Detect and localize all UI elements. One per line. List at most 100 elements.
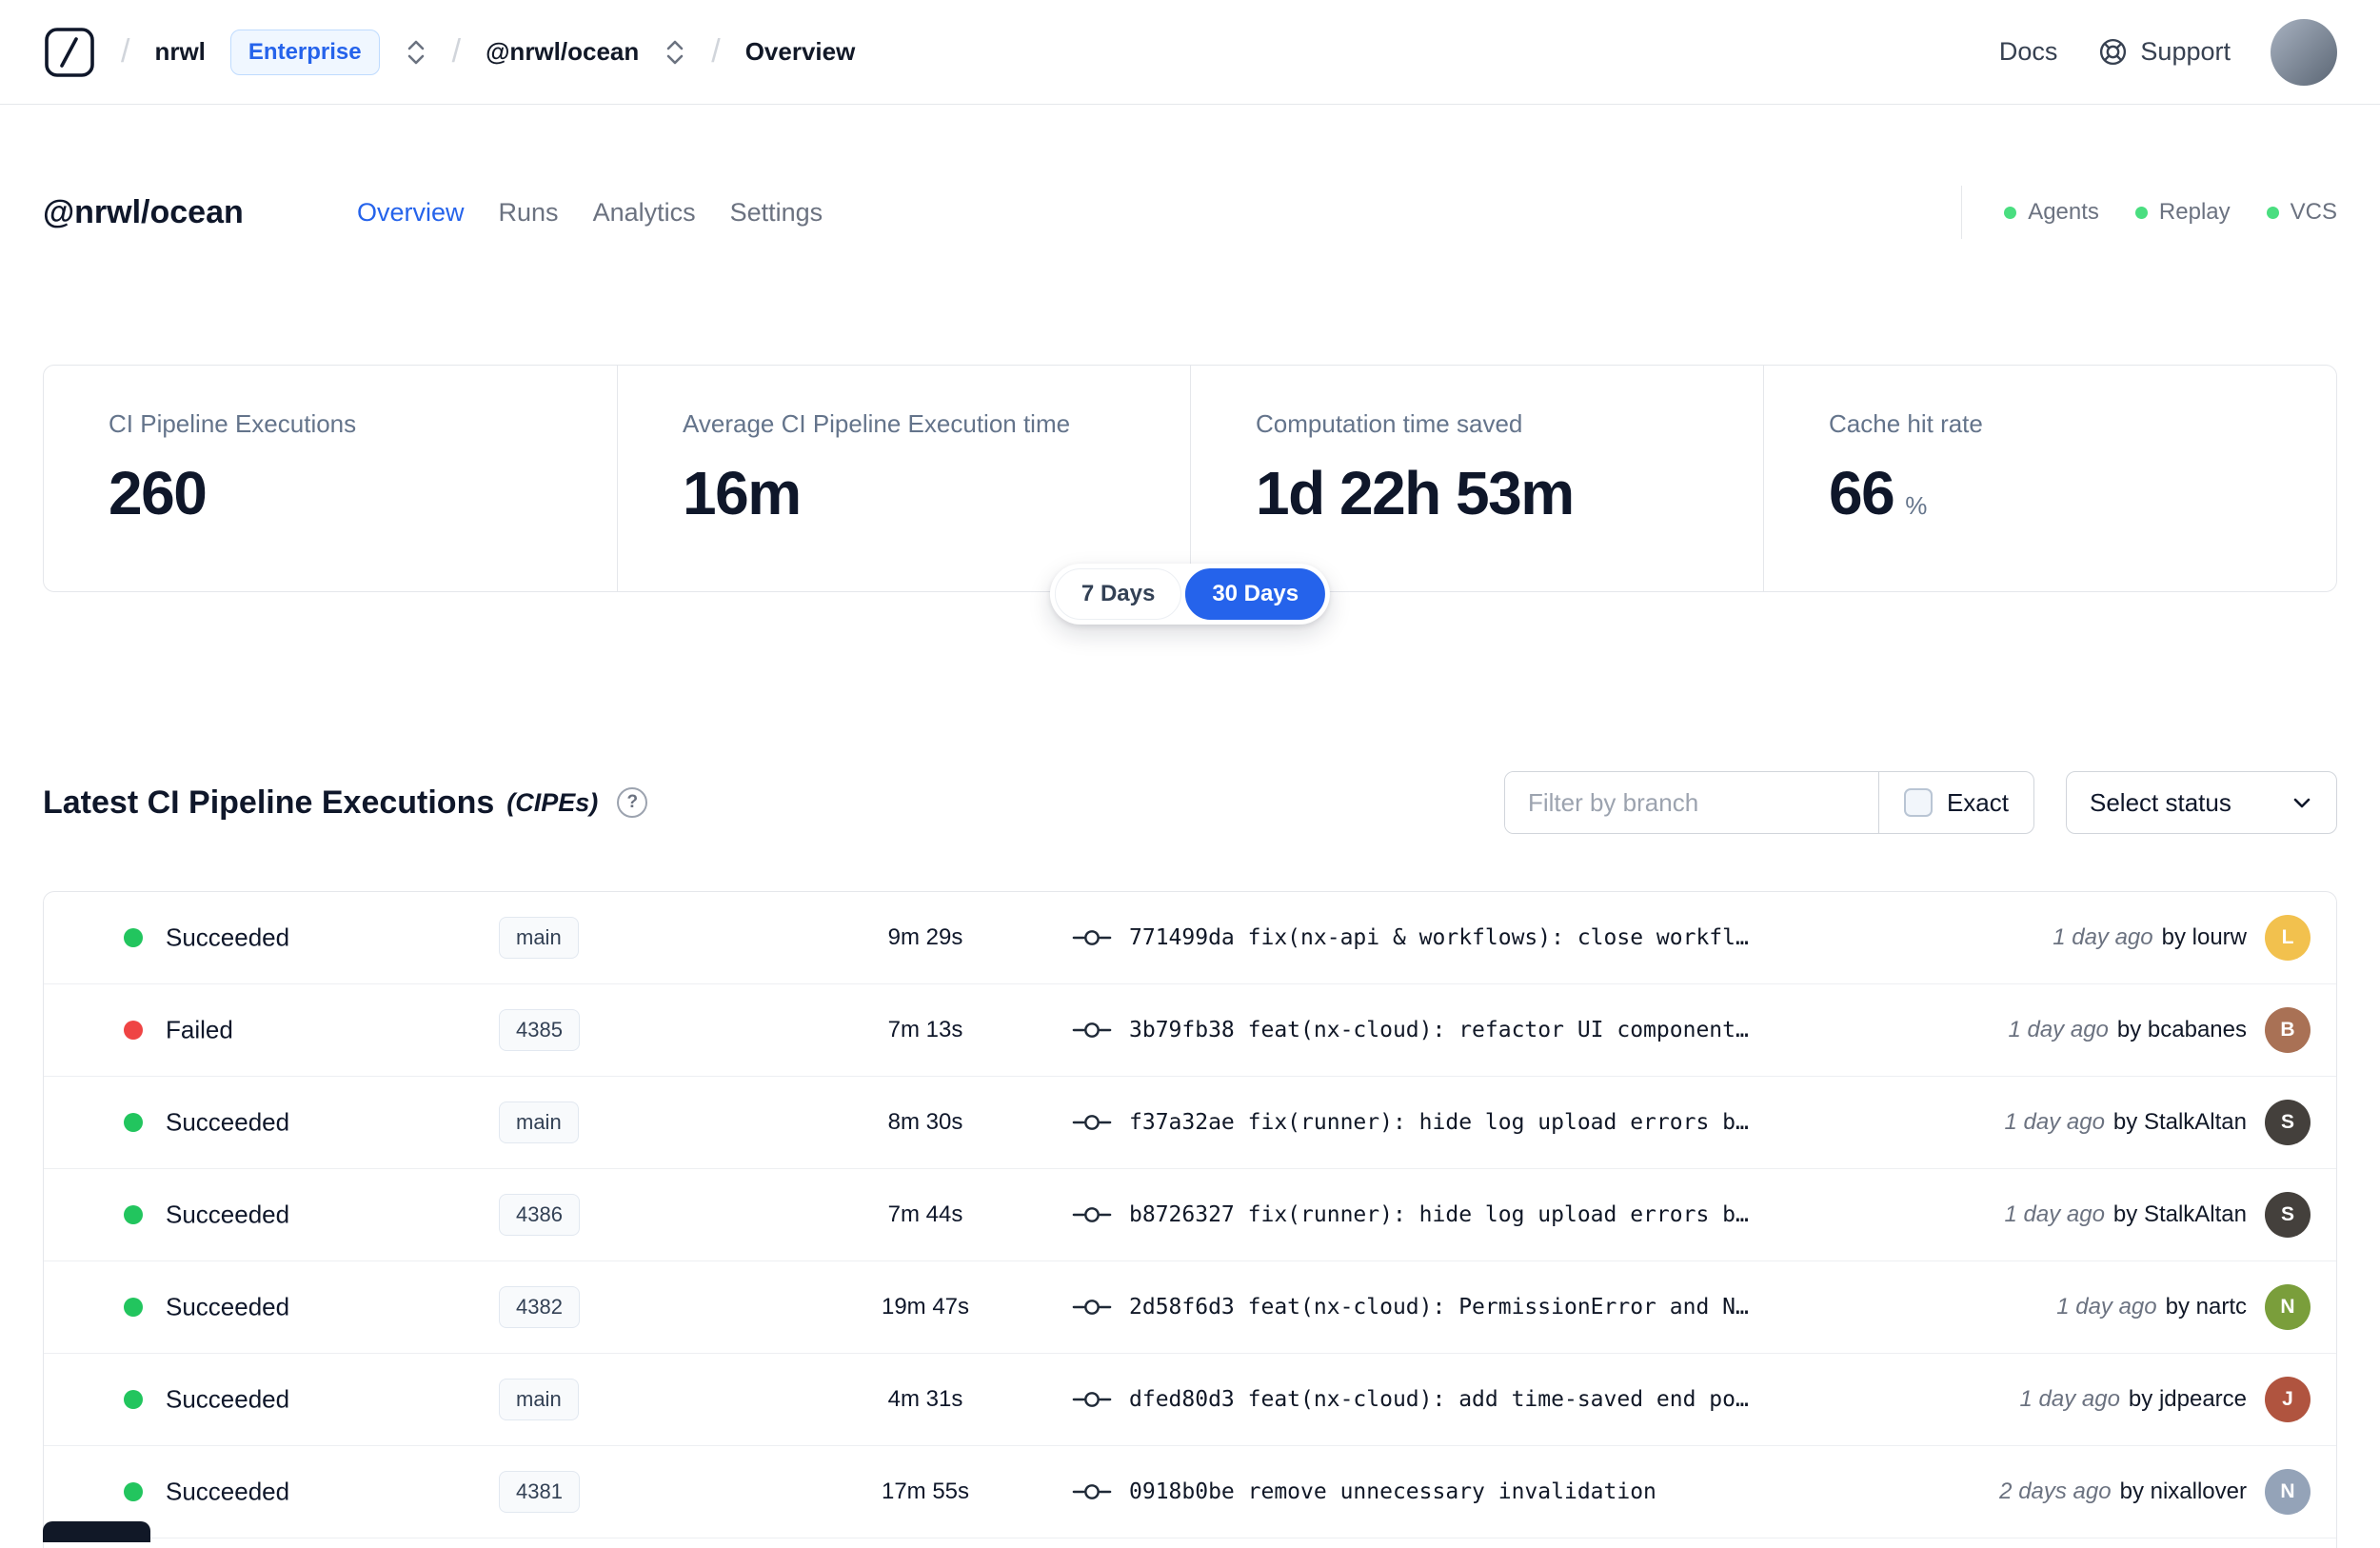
run-duration: 7m 44s [887,1201,963,1227]
commit-message: fix(runner): hide log upload errors b… [1247,1202,1749,1227]
run-status-label: Succeeded [166,1200,290,1229]
branch-badge[interactable]: main [499,1101,579,1143]
table-row[interactable]: Succeeded main 8m 30s f37a32ae fix(runne… [44,1077,2336,1169]
commit-link[interactable]: 771499da fix(nx-api & workflows): close … [1129,925,1749,950]
git-commit-icon [1072,925,1112,950]
avatar[interactable]: L [2265,915,2311,961]
stat-value: 66 [1829,459,1895,527]
commit-hash: dfed80d3 [1129,1387,1235,1412]
stat-card-cache-hit: Cache hit rate 66% [1763,366,2336,591]
tab-overview[interactable]: Overview [357,198,465,228]
range-30-days-button[interactable]: 30 Days [1185,568,1326,620]
run-duration: 17m 55s [881,1479,970,1504]
branch-badge[interactable]: 4385 [499,1009,580,1051]
run-author: by nixallover [2119,1479,2247,1504]
branch-badge[interactable]: main [499,917,579,959]
stat-label: Average CI Pipeline Execution time [683,409,1071,438]
indicator-label: Agents [2028,199,2099,225]
avatar[interactable]: S [2265,1192,2311,1238]
run-timestamp: 1 day ago [2053,924,2153,950]
run-status-dot-icon [124,1482,143,1501]
git-commit-icon [1072,1479,1112,1504]
commit-hash: f37a32ae [1129,1110,1235,1135]
tab-runs[interactable]: Runs [499,198,559,228]
branch-filter-input[interactable] [1504,772,1878,833]
run-duration: 4m 31s [887,1386,963,1412]
commit-hash: b8726327 [1129,1202,1235,1227]
range-7-days-button[interactable]: 7 Days [1054,568,1182,620]
avatar[interactable]: N [2265,1469,2311,1515]
branch-badge[interactable]: 4382 [499,1286,580,1328]
run-author: by StalkAltan [2112,1201,2247,1227]
table-row[interactable]: Succeeded main 4m 31s dfed80d3 feat(nx-c… [44,1354,2336,1446]
run-author: by jdpearce [2128,1386,2247,1412]
breadcrumb-workspace[interactable]: @nrwl/ocean [486,37,639,67]
exact-checkbox[interactable] [1903,788,1933,817]
run-status-dot-icon [124,1390,143,1409]
avatar[interactable]: N [2265,1284,2311,1330]
commit-link[interactable]: b8726327 fix(runner): hide log upload er… [1129,1202,1749,1227]
exact-match-toggle[interactable]: Exact [1877,772,2033,833]
run-duration: 19m 47s [881,1294,970,1320]
breadcrumb-org[interactable]: nrwl [154,37,205,67]
tab-analytics[interactable]: Analytics [593,198,696,228]
tab-settings[interactable]: Settings [730,198,823,228]
user-avatar[interactable] [2271,18,2337,86]
commit-message: remove unnecessary invalidation [1247,1479,1656,1504]
workspace-tabs: Overview Runs Analytics Settings [357,198,823,228]
table-row[interactable]: Succeeded 4386 7m 44s b8726327 fix(runne… [44,1169,2336,1261]
run-status-dot-icon [124,928,143,947]
table-row[interactable]: Succeeded 4382 19m 47s 2d58f6d3 feat(nx-… [44,1261,2336,1354]
status-dot-icon [2266,206,2279,219]
stat-value: 260 [109,459,208,527]
run-duration: 7m 13s [887,1017,963,1042]
branch-badge[interactable]: 4381 [499,1471,580,1513]
indicator-replay[interactable]: Replay [2134,199,2231,226]
date-range-toggle: 7 Days 30 Days [1049,564,1331,625]
docs-link[interactable]: Docs [1999,37,2058,67]
support-label: Support [2140,37,2231,66]
divider [1961,186,1963,239]
table-row[interactable]: Succeeded 4381 17m 55s 0918b0be remove u… [44,1446,2336,1538]
page-title: @nrwl/ocean [43,193,244,230]
org-switcher-icon[interactable] [405,37,427,68]
enterprise-badge: Enterprise [229,29,380,75]
avatar[interactable]: B [2265,1007,2311,1053]
status-select-dropdown[interactable]: Select status [2066,771,2337,834]
breadcrumb-separator: / [711,33,721,69]
top-navbar: / nrwl Enterprise / @nrwl/ocean / Overvi… [0,0,2380,105]
commit-hash: 771499da [1129,925,1235,950]
indicator-agents[interactable]: Agents [2004,199,2099,226]
run-status-label: Succeeded [166,1292,290,1321]
status-select-label: Select status [2090,787,2231,817]
stats-cards: CI Pipeline Executions 260 Average CI Pi… [43,365,2337,592]
breadcrumb-separator: / [121,33,130,69]
run-status-dot-icon [124,1205,143,1224]
run-status-dot-icon [124,1113,143,1132]
table-row[interactable]: Succeeded main 9m 29s 771499da fix(nx-ap… [44,892,2336,984]
indicator-vcs[interactable]: VCS [2266,199,2337,226]
help-icon[interactable]: ? [617,787,648,818]
stat-value: 1d 22h 53m [1256,459,1575,527]
stat-value: 16m [683,459,802,527]
commit-link[interactable]: dfed80d3 feat(nx-cloud): add time-saved … [1129,1387,1749,1412]
commit-link[interactable]: f37a32ae fix(runner): hide log upload er… [1129,1110,1749,1135]
avatar[interactable]: J [2265,1377,2311,1422]
indicator-label: VCS [2290,199,2337,225]
commit-link[interactable]: 3b79fb38 feat(nx-cloud): refactor UI com… [1129,1018,1749,1042]
table-row[interactable]: Failed 4385 7m 13s 3b79fb38 feat(nx-clou… [44,984,2336,1077]
workspace-switcher-icon[interactable] [664,37,686,68]
branch-badge[interactable]: 4386 [499,1194,580,1236]
app-logo-icon[interactable] [43,26,96,79]
commit-hash: 0918b0be [1129,1479,1235,1504]
commit-link[interactable]: 0918b0be remove unnecessary invalidation [1129,1479,1656,1504]
commit-link[interactable]: 2d58f6d3 feat(nx-cloud): PermissionError… [1129,1295,1749,1320]
commit-message: feat(nx-cloud): add time-saved end po… [1247,1387,1749,1412]
section-title-suffix: (CIPEs) [506,787,599,817]
support-link[interactable]: Support [2097,36,2231,68]
workspace-header: @nrwl/ocean Overview Runs Analytics Sett… [43,169,2337,255]
branch-badge[interactable]: main [499,1379,579,1420]
help-widget[interactable] [43,1521,150,1542]
avatar[interactable]: S [2265,1100,2311,1145]
chevron-down-icon [2291,791,2313,814]
